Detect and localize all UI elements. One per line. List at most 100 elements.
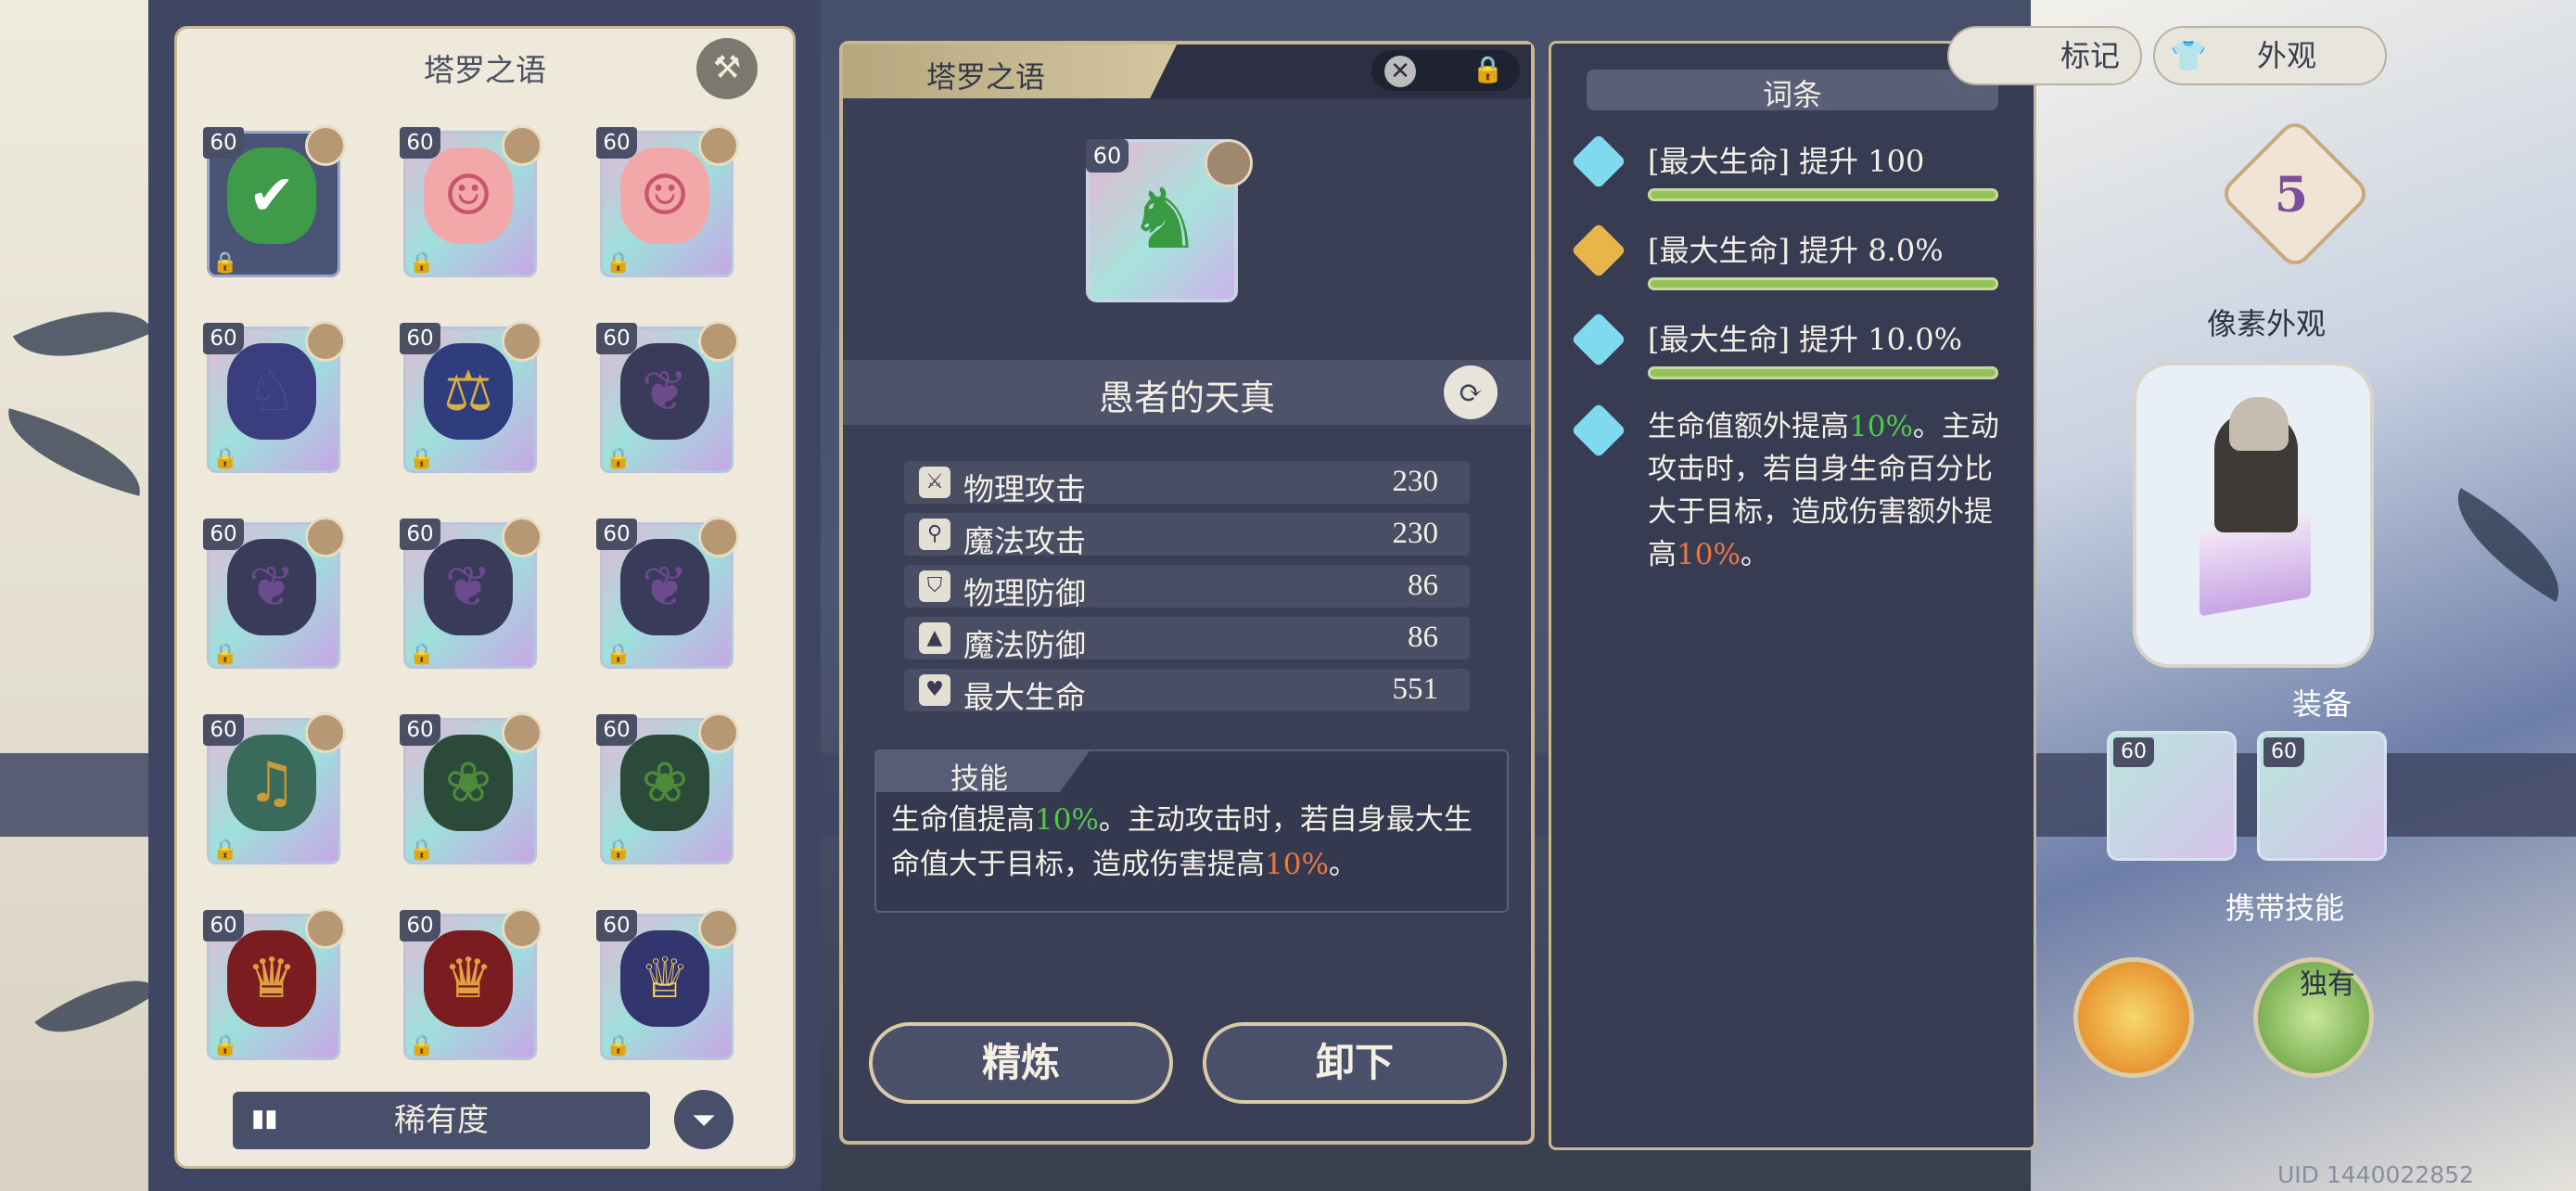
tarot-card[interactable]: ♛ 60 🔒 bbox=[194, 904, 346, 1068]
sort-label: 稀有度 bbox=[394, 1102, 489, 1139]
lock-icon: 🔒 bbox=[606, 251, 631, 275]
tarot-detail-panel: 塔罗之语 ✕ 🔒 ♞ 60 愚者的天真 ⟳ ⚔ 物理攻击 230 ⚲ 魔法攻击 230 ⛉ 物… bbox=[839, 41, 1535, 1145]
stat-value: 551 bbox=[1392, 672, 1439, 706]
entry-bar bbox=[1648, 188, 1998, 201]
card-level: 60 bbox=[203, 910, 244, 941]
entry-bar bbox=[1648, 277, 1998, 290]
skill-box: 技能 生命值提高10%。主动攻击时，若自身最大生命值大于目标，造成伤害提高10%… bbox=[874, 749, 1509, 913]
shield-icon: ⛉ bbox=[919, 570, 950, 602]
character-avatar bbox=[1205, 139, 1253, 187]
card-level: 60 bbox=[596, 127, 637, 159]
tarot-card[interactable]: ✔ 60 🔒 bbox=[194, 122, 346, 285]
card-level: 60 bbox=[203, 714, 244, 746]
heart-icon: ♥ bbox=[919, 674, 950, 706]
lock-icon[interactable]: 🔒 bbox=[1472, 54, 1504, 84]
character-avatar bbox=[698, 125, 739, 166]
skill-text: 。 bbox=[1328, 848, 1358, 881]
filter-icon[interactable]: ⏷ bbox=[674, 1090, 733, 1149]
entries-title: 词条 bbox=[1762, 77, 1822, 112]
tarot-card[interactable]: ♫ 60 🔒 bbox=[194, 709, 346, 872]
scales-icon: ⚖ bbox=[424, 343, 513, 440]
diamond-icon bbox=[1571, 223, 1626, 278]
character-avatar bbox=[502, 517, 542, 557]
tarot-card[interactable]: ♛ 60 🔒 bbox=[390, 904, 542, 1068]
tarot-card[interactable]: ☺ 60 🔒 bbox=[390, 122, 542, 285]
unequip-button[interactable]: 卸下 bbox=[1203, 1022, 1507, 1104]
card-level: 60 bbox=[1086, 139, 1129, 173]
tarot-card[interactable]: ♕ 60 🔒 bbox=[587, 904, 739, 1068]
unique-label: 独有 bbox=[2300, 968, 2355, 1001]
character-avatar bbox=[305, 908, 346, 949]
wand-icon: ⚲ bbox=[919, 519, 950, 550]
crown-red-icon: ♛ bbox=[227, 930, 316, 1027]
lock-icon: 🔒 bbox=[212, 643, 238, 666]
character-avatar bbox=[502, 908, 542, 949]
bat-wing-icon: ❦ bbox=[620, 343, 709, 440]
detail-title: 塔罗之语 bbox=[926, 59, 1046, 95]
shirt-icon: 👕 bbox=[2170, 38, 2207, 73]
discard-icon[interactable]: ✕ bbox=[1384, 56, 1416, 87]
skill-value-green: 10% bbox=[1035, 803, 1099, 837]
tab-mark[interactable]: 标记 bbox=[1947, 26, 2142, 85]
lock-icon: 🔒 bbox=[212, 1034, 238, 1057]
equip-slot-tarot[interactable]: 60 bbox=[2257, 731, 2387, 861]
tarot-card[interactable]: ❀ 60 🔒 bbox=[390, 709, 542, 872]
card-level: 60 bbox=[400, 127, 440, 159]
tarot-card[interactable]: ❦ 60 🔒 bbox=[587, 513, 739, 676]
diamond-icon bbox=[1571, 134, 1626, 189]
lock-toggle[interactable]: ✕ 🔒 bbox=[1371, 50, 1520, 91]
bat-wing-icon: ❦ bbox=[620, 539, 709, 635]
entry-text: 。 bbox=[1740, 538, 1769, 571]
tarot-card[interactable]: ☺ 60 🔒 bbox=[587, 122, 739, 285]
character-avatar bbox=[502, 321, 542, 362]
wreath-icon: ❀ bbox=[620, 735, 709, 831]
card-level: 60 bbox=[400, 910, 440, 941]
fire-skill-icon[interactable] bbox=[2073, 957, 2194, 1078]
stat-value: 86 bbox=[1408, 621, 1438, 654]
equip-level: 60 bbox=[2113, 737, 2154, 767]
lady-portrait-icon: ☺ bbox=[620, 147, 709, 244]
tarot-card[interactable]: ♘ 60 🔒 bbox=[194, 317, 346, 480]
pixel-appearance-card[interactable] bbox=[2133, 362, 2374, 668]
lock-icon: 🔒 bbox=[212, 839, 238, 862]
stat-row: ⚔ 物理攻击 230 bbox=[904, 461, 1470, 507]
lock-icon: 🔒 bbox=[409, 643, 435, 666]
lock-icon: 🔒 bbox=[409, 1034, 435, 1057]
crown-red-icon: ♛ bbox=[424, 930, 513, 1027]
check-icon: ✔ bbox=[227, 147, 316, 244]
bell-icon: ♫ bbox=[227, 735, 316, 831]
stat-label: 魔法防御 bbox=[963, 627, 1086, 663]
entry-text: 生命值额外提高 bbox=[1648, 410, 1849, 443]
refine-button[interactable]: 精炼 bbox=[869, 1022, 1173, 1104]
tarot-card[interactable]: ❀ 60 🔒 bbox=[587, 709, 739, 872]
lock-icon: 🔒 bbox=[606, 447, 631, 470]
character-avatar bbox=[305, 321, 346, 362]
lock-icon: 🔒 bbox=[606, 839, 631, 862]
character-avatar bbox=[305, 517, 346, 557]
lady-portrait-icon: ☺ bbox=[424, 147, 513, 244]
tab-appearance[interactable]: 👕 外观 bbox=[2153, 26, 2387, 85]
character-avatar bbox=[698, 517, 739, 557]
equip-slot-armor[interactable]: 60 bbox=[2107, 731, 2237, 861]
tarot-card[interactable]: ❦ 60 🔒 bbox=[390, 513, 542, 676]
lock-icon: 🔒 bbox=[409, 251, 435, 275]
skill-description: 生命值提高10%。主动攻击时，若自身最大生命值大于目标，造成伤害提高10%。 bbox=[891, 798, 1494, 887]
swap-icon[interactable]: ⟳ bbox=[1444, 365, 1498, 419]
tarot-card[interactable]: ❦ 60 🔒 bbox=[587, 317, 739, 480]
tarot-card[interactable]: ❦ 60 🔒 bbox=[194, 513, 346, 676]
card-level: 60 bbox=[596, 910, 637, 941]
hammer-icon[interactable]: ⚒ bbox=[696, 38, 758, 99]
tarot-card[interactable]: ⚖ 60 🔒 bbox=[390, 317, 542, 480]
refine-label: 精炼 bbox=[981, 1040, 1060, 1085]
card-level: 60 bbox=[596, 323, 637, 354]
bat-wing-icon: ❦ bbox=[227, 539, 316, 635]
sort-rarity-button[interactable]: 稀有度 bbox=[233, 1092, 650, 1149]
stat-label: 最大生命 bbox=[963, 679, 1086, 715]
entry-text: [最大生命] 提升 8.0% bbox=[1648, 233, 1944, 268]
character-avatar bbox=[698, 321, 739, 362]
entry-text: [最大生命] 提升 100 bbox=[1648, 144, 1925, 179]
character-avatar bbox=[698, 908, 739, 949]
equip-level: 60 bbox=[2264, 737, 2304, 767]
card-level: 60 bbox=[400, 714, 440, 746]
stat-label: 魔法攻击 bbox=[963, 523, 1086, 559]
